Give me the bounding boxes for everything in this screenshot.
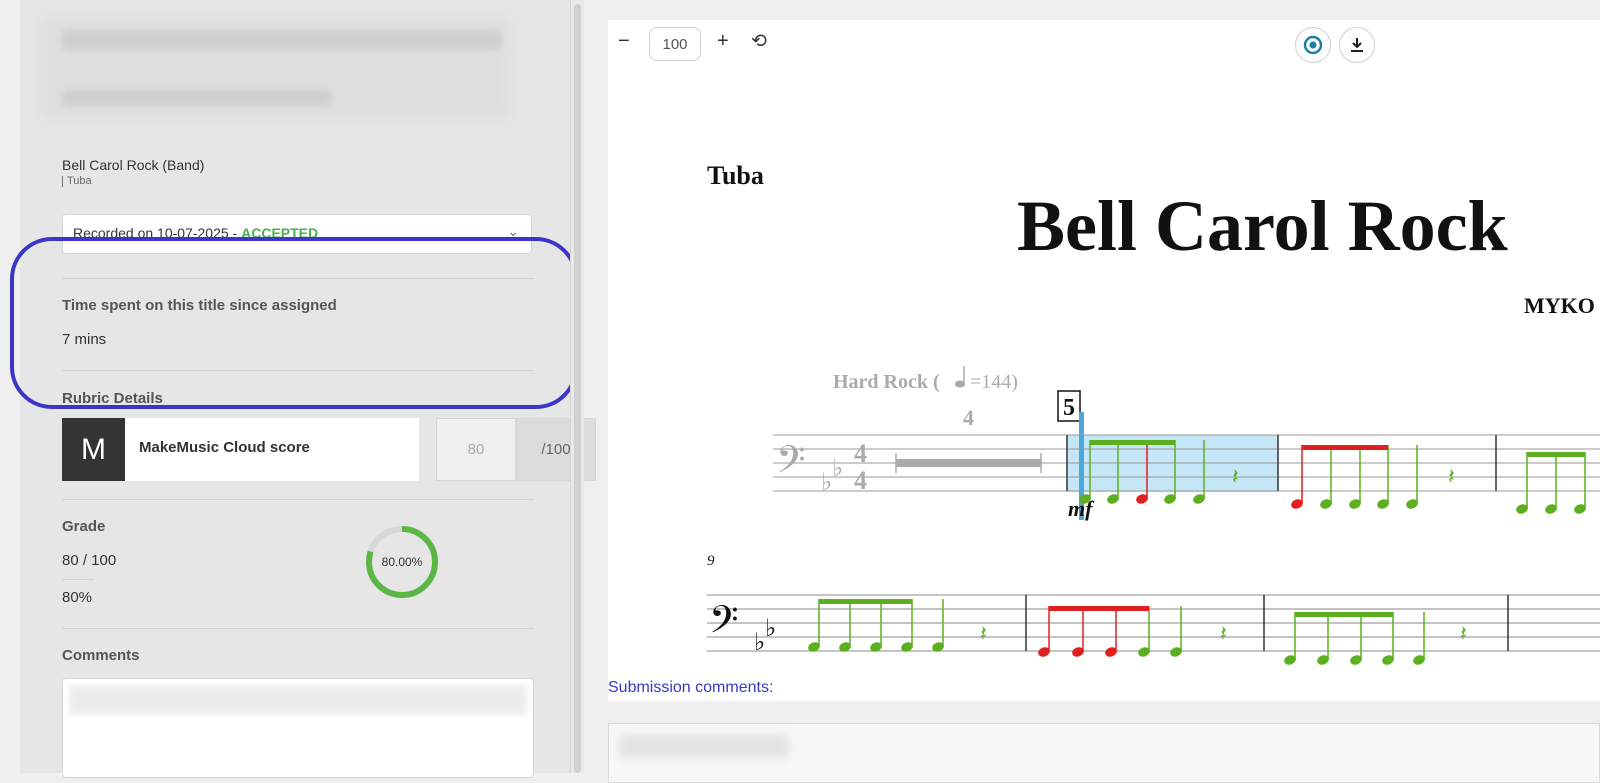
measure-10: 𝄽 [1038,606,1227,657]
quarter-rest-icon: 𝄽 [980,622,987,647]
beam [1527,452,1585,457]
divider [62,499,534,500]
blurred-comment [69,685,527,715]
measure-9: 𝄽 [808,599,987,652]
flat-icon: ♭ [765,614,776,642]
beam [1302,445,1388,450]
beam [1090,440,1175,445]
grade-ring-label: 80.00% [381,555,423,569]
bass-clef-icon: 𝄢 [776,437,806,491]
submission-comments-box[interactable] [608,723,1600,783]
beam [1295,612,1393,617]
grade-label: Grade [62,518,106,535]
measure-11: 𝄽 [1284,612,1467,665]
score-instrument: Tuba [707,161,764,190]
tempo-value: =144) [970,371,1018,393]
score-composer: MYKO [1524,293,1595,318]
quarter-rest-icon: 𝄽 [1220,622,1227,647]
score-viewer: − 100 + ⟲ Tuba Bell Carol Rock MYKO Hard… [608,20,1600,701]
flat-icon: ♭ [821,468,832,496]
comments-label: Comments [62,647,140,664]
quarter-rest-icon: 𝄽 [1460,622,1467,647]
multirest-bar [896,459,1041,467]
comments-textarea[interactable] [62,678,534,778]
blurred-line [62,90,332,106]
time-sig-bottom: 4 [854,466,867,495]
quarter-rest-icon: 𝄽 [1232,465,1239,490]
divider [62,579,94,580]
divider [62,628,534,629]
blurred-comment [619,734,789,758]
rubric-badge: M [62,418,125,481]
beam [1049,606,1149,611]
rubric-score-input[interactable]: 80 [436,418,516,481]
time-sig-top: 4 [854,439,867,468]
grade-score: 80 / 100 [62,552,117,569]
measure-7: 𝄽 [1516,452,1586,514]
beam [819,599,912,604]
rubric-name-box: MakeMusic Cloud score [125,418,419,481]
rehearsal-mark: 5 [1063,395,1075,421]
flat-icon: ♭ [754,628,765,656]
submission-comments-label: Submission comments: [608,679,774,696]
score-canvas: Tuba Bell Carol Rock MYKO Hard Rock ( =1… [707,161,1600,665]
score-title: Bell Carol Rock [1017,186,1508,266]
multirest-count: 4 [963,405,974,430]
measure-6: 𝄽 [1291,445,1455,509]
highlight-annotation [10,237,578,409]
panel-splitter[interactable] [570,0,584,773]
blurred-line [62,30,502,50]
rubric-row: M MakeMusic Cloud score 80 /100 [62,418,596,481]
rubric-name: MakeMusic Cloud score [139,439,310,456]
tempo-text: Hard Rock ( [833,371,940,393]
grade-percent: 80% [62,589,93,606]
assignment-title: Bell Carol Rock (Band) [62,157,205,173]
bass-clef-icon: 𝄢 [709,597,739,651]
scrollbar[interactable] [574,4,581,773]
rubric-score-max: /100 [516,418,596,481]
quarter-rest-icon: 𝄽 [1448,465,1455,490]
measure-number: 9 [707,553,715,569]
assignment-instrument: Tuba [62,176,92,187]
flat-icon: ♭ [832,454,843,482]
